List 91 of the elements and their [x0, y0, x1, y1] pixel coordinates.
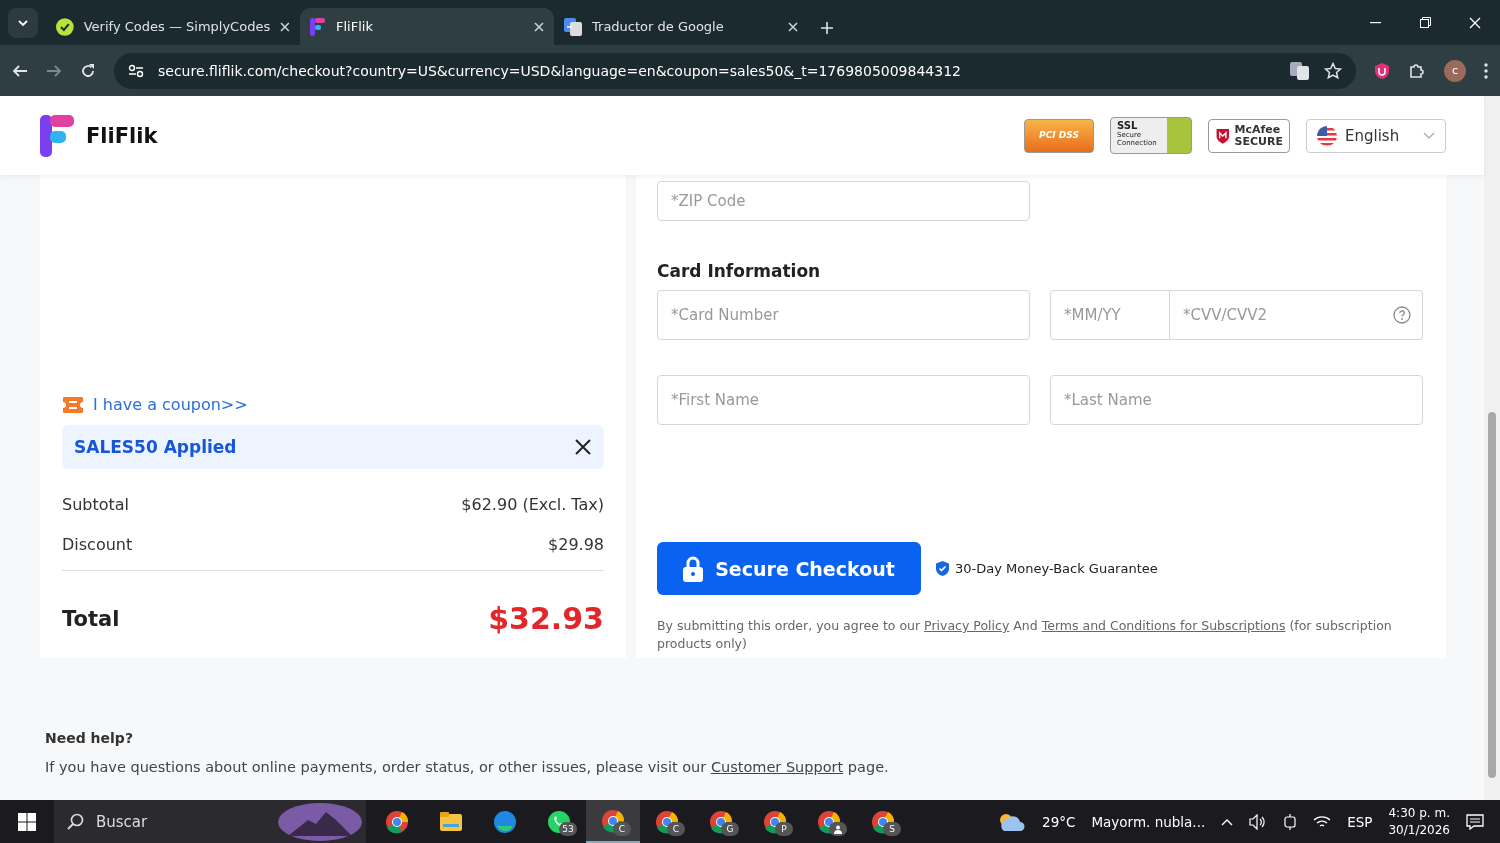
taskbar-search[interactable]: Buscar: [54, 800, 366, 843]
app-badge: G: [721, 822, 739, 836]
input-language[interactable]: ESP: [1347, 813, 1373, 830]
summary-label: Discount: [62, 534, 133, 554]
extensions-icon[interactable]: [1408, 61, 1426, 80]
total-label: Total: [62, 606, 120, 631]
landscape-icon: [278, 802, 362, 841]
customer-support-link[interactable]: Customer Support: [710, 759, 844, 775]
browser-tab[interactable]: FliFlik: [300, 8, 554, 45]
first-name-field[interactable]: *First Name: [657, 375, 1030, 425]
taskbar-app[interactable]: G: [694, 800, 748, 843]
browser-tab[interactable]: Traductor de Google: [554, 8, 808, 45]
help-icon[interactable]: [1393, 306, 1411, 324]
translate-icon[interactable]: [1290, 61, 1310, 80]
chevron-down-icon: [18, 20, 28, 26]
last-name-field[interactable]: *Last Name: [1050, 375, 1423, 425]
taskbar-app[interactable]: 53: [532, 800, 586, 843]
taskbar-app[interactable]: P: [748, 800, 802, 843]
section-title: Card Information: [657, 261, 822, 281]
total-price: $32.93: [488, 601, 604, 636]
secure-checkout-button[interactable]: Secure Checkout: [657, 542, 921, 595]
chrome-icon: [385, 809, 409, 834]
address-bar[interactable]: secure.fliflik.com/checkout?country=US&currency=USD&language=en&coupon=sales50&_t=1769805009844312: [114, 52, 1356, 89]
shield-icon[interactable]: [1374, 61, 1390, 80]
scrollbar[interactable]: [1484, 96, 1500, 800]
cvv-field[interactable]: *CVV/CVV2: [1170, 290, 1423, 340]
chevron-up-icon[interactable]: [1221, 817, 1234, 826]
app-badge: P: [775, 822, 793, 836]
star-icon[interactable]: [1324, 61, 1342, 80]
temperature: 29°C: [1042, 813, 1076, 830]
app-badge: S: [883, 822, 901, 836]
chevron-down-icon: [1423, 132, 1435, 139]
app-badge: C: [667, 822, 685, 836]
taskbar-app[interactable]: C: [640, 800, 694, 843]
folder-icon: [439, 809, 463, 834]
search-icon: [66, 812, 84, 831]
back-icon[interactable]: [12, 62, 28, 79]
brand-name: FliFlik: [86, 123, 158, 148]
clock-date[interactable]: 30/1/2026: [1388, 821, 1450, 839]
help-text: If you have questions about online payments, order status, or other issues, please visit our Customer Support page.: [45, 759, 890, 775]
clock-time[interactable]: 4:30 p. m.: [1388, 804, 1450, 822]
app-badge: 53: [559, 822, 577, 836]
fliflik-logo-icon: [310, 17, 326, 36]
menu-icon[interactable]: [1484, 62, 1488, 79]
reload-icon[interactable]: [80, 62, 96, 79]
close-icon[interactable]: [788, 21, 798, 32]
fliflik-logo-icon: [40, 114, 76, 157]
taskbar-app[interactable]: C: [586, 800, 640, 843]
weather-text: Mayorm. nubla...: [1091, 813, 1206, 830]
ticket-icon: [62, 395, 84, 414]
shield-check-icon: [935, 560, 950, 577]
guarantee-text: 30-Day Money-Back Guarantee: [955, 561, 1158, 576]
mcafee-badge: McAfee SECURE: [1208, 118, 1290, 153]
taskbar-app[interactable]: S: [856, 800, 910, 843]
terms-link[interactable]: Terms and Conditions for Subscriptions: [1041, 618, 1286, 633]
wifi-icon[interactable]: [1313, 814, 1332, 829]
coupon-link[interactable]: I have a coupon>>: [62, 395, 604, 414]
device-icon[interactable]: [1283, 813, 1298, 830]
summary-value: $62.90 (Excl. Tax): [461, 494, 604, 514]
summary-label: Subtotal: [62, 494, 130, 514]
lock-icon: [683, 555, 704, 582]
speaker-icon[interactable]: [1249, 813, 1268, 830]
terms-text: By submitting this order, you agree to our Privacy Policy And Terms and Conditions for Subscriptions (for subscription products only): [657, 617, 1393, 653]
close-icon[interactable]: [534, 21, 544, 32]
restore-icon[interactable]: [1419, 17, 1431, 28]
profile-icon: [829, 822, 847, 836]
zip-code-field[interactable]: *ZIP Code: [657, 181, 1030, 221]
url-text: secure.fliflik.com/checkout?country=US&currency=USD&language=en&coupon=sales50&_t=1769805009844312: [158, 62, 962, 79]
us-flag-icon: [1317, 125, 1337, 146]
browser-tab[interactable]: Verify Codes — SimplyCodes: [46, 8, 300, 45]
app-badge: C: [613, 822, 631, 836]
translate-icon: [564, 17, 582, 36]
help-title: Need help?: [45, 730, 134, 746]
pci-dss-badge: PCI DSS: [1024, 118, 1094, 153]
summary-value: $29.98: [548, 534, 604, 554]
tab-list-button[interactable]: [8, 8, 38, 38]
profile-avatar[interactable]: c: [1444, 59, 1466, 82]
language-select[interactable]: English: [1306, 118, 1446, 153]
forward-icon[interactable]: [46, 62, 62, 79]
new-tab-icon[interactable]: [820, 21, 834, 35]
privacy-policy-link[interactable]: Privacy Policy: [924, 618, 1010, 633]
windows-start-icon[interactable]: [18, 812, 36, 831]
minimize-icon[interactable]: [1369, 21, 1381, 24]
applied-coupon: SALES50 Applied: [62, 425, 604, 469]
notifications-icon[interactable]: [1466, 813, 1484, 830]
close-icon[interactable]: [280, 21, 290, 32]
card-number-field[interactable]: *Card Number: [657, 290, 1030, 340]
expiry-field[interactable]: *MM/YY: [1050, 290, 1170, 340]
remove-coupon-button[interactable]: [574, 438, 592, 456]
site-settings-icon[interactable]: [128, 63, 144, 78]
check-logo-icon: [56, 17, 74, 36]
